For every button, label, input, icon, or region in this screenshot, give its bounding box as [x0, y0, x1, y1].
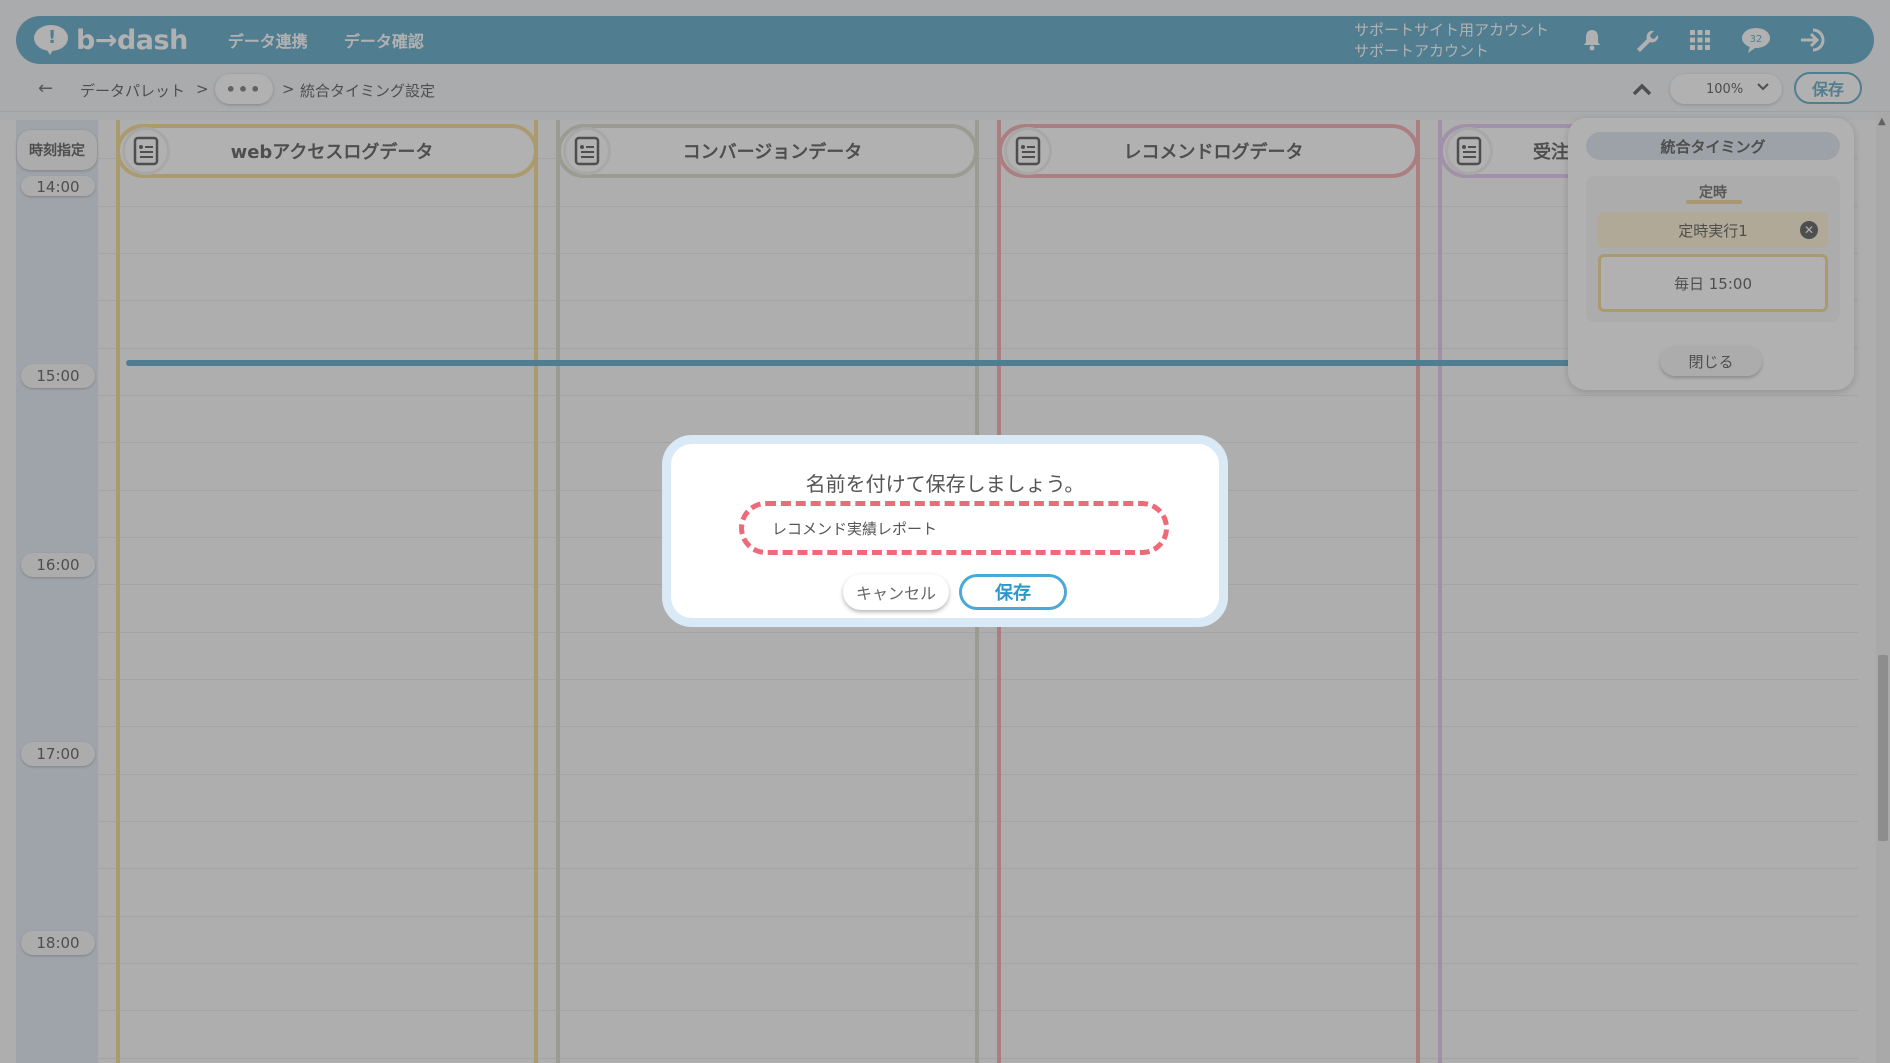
save-button[interactable]: 保存 — [959, 574, 1067, 610]
report-name-input[interactable] — [739, 501, 1169, 555]
save-name-dialog: 名前を付けて保存しましょう。 キャンセル 保存 — [662, 435, 1228, 627]
dialog-title: 名前を付けて保存しましょう。 — [805, 472, 1085, 496]
cancel-button[interactable]: キャンセル — [843, 574, 949, 610]
